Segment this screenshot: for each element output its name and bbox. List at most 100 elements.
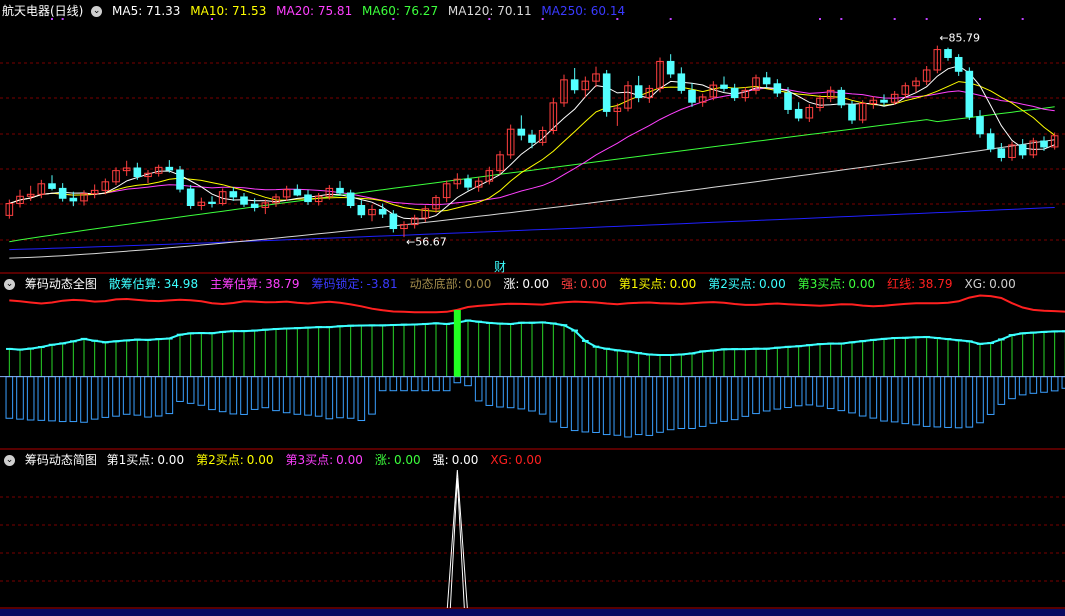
chip-negative-bar	[805, 376, 814, 406]
candle	[880, 99, 888, 103]
chip-negative-bar	[16, 376, 24, 420]
chip-simple-panel[interactable]	[446, 469, 468, 609]
chip-negative-bar	[336, 376, 344, 419]
chip-negative-bar	[378, 376, 387, 392]
chip-negative-bar	[549, 376, 558, 423]
chevron-down-icon[interactable]: ⌄	[4, 455, 15, 466]
red-line	[9, 294, 1065, 314]
candle	[240, 196, 248, 205]
chip-simple-item-4: 强: 0.00	[433, 453, 485, 467]
ma60-legend: MA60: 76.27	[362, 4, 439, 18]
chip-negative-bar	[496, 376, 504, 408]
chip-negative-bar	[112, 376, 120, 417]
chip-negative-bar	[858, 376, 867, 417]
chip-negative-bar	[709, 376, 718, 424]
chip-negative-bar	[186, 376, 195, 404]
candle	[304, 194, 312, 203]
chip-negative-bar	[133, 376, 142, 416]
chip-full-item-10: XG: 0.00	[965, 277, 1022, 291]
chip-full-panel[interactable]	[0, 294, 1065, 438]
chip-negative-bar	[688, 376, 696, 429]
chip-simple-item-label: 强:	[432, 453, 449, 467]
chip-negative-bar	[58, 376, 67, 423]
chip-full-item-4: 涨: 0.00	[503, 277, 555, 291]
chip-full-item-label: 第2买点:	[708, 277, 756, 291]
chip-full-item-label: 筹码锁定:	[311, 277, 364, 291]
chip-negative-bar	[762, 376, 771, 412]
chip-negative-bar	[261, 376, 270, 409]
candle	[176, 169, 184, 190]
candle	[186, 188, 195, 206]
chevron-down-icon[interactable]: ⌄	[4, 279, 15, 290]
chip-full-item-value: 0.00	[464, 277, 492, 291]
candle	[965, 70, 974, 118]
chip-negative-bar	[944, 376, 952, 428]
chevron-down-icon[interactable]: ⌄	[91, 6, 103, 17]
chip-full-title[interactable]: 筹码动态全图	[25, 277, 97, 291]
chip-simple-item-0: 第1买点: 0.00	[107, 453, 190, 467]
chip-negative-bar	[229, 376, 238, 415]
chip-negative-bar	[901, 376, 910, 425]
candle	[1018, 144, 1027, 156]
candle	[250, 203, 259, 208]
chip-negative-bar	[1029, 376, 1038, 394]
chip-simple-item-2: 第3买点: 0.00	[285, 453, 368, 467]
chip-negative-bar	[922, 376, 931, 427]
price-panel[interactable]: ←85.79 ←56.67 财	[5, 18, 1059, 274]
chip-negative-bar	[773, 376, 782, 410]
candle	[528, 134, 536, 143]
candle	[730, 87, 739, 99]
chip-negative-bar	[1050, 376, 1059, 392]
signal-dot	[669, 18, 672, 20]
chip-negative-bar	[165, 376, 174, 415]
time-axis	[0, 609, 1065, 616]
candle	[378, 208, 387, 215]
chip-negative-bar	[410, 376, 419, 392]
chip-negative-bar	[208, 376, 216, 411]
candle	[517, 128, 526, 136]
chip-full-item-3: 动态底部: 0.00	[410, 277, 498, 291]
candle	[666, 60, 675, 75]
price-annotation: ←85.79	[939, 32, 980, 45]
signal-dot	[925, 18, 928, 20]
chip-simple-item-3: 涨: 0.00	[375, 453, 427, 467]
chip-full-item-0: 散筹估算: 34.98	[109, 277, 204, 291]
signal-dot	[1021, 18, 1024, 20]
signal-spike	[446, 469, 468, 609]
chip-full-item-7: 第2买点: 0.00	[708, 277, 791, 291]
chip-negative-bar	[965, 376, 974, 428]
ma60-line	[9, 106, 1055, 243]
chip-negative-bar	[645, 376, 654, 436]
candle	[346, 192, 355, 206]
candle	[293, 189, 302, 196]
candle	[762, 77, 771, 85]
chip-negative-bar	[80, 376, 88, 423]
chip-negative-bar	[250, 376, 259, 410]
chip-simple-item-value: 0.00	[514, 453, 542, 467]
chip-negative-bar	[101, 376, 110, 418]
chip-full-item-6: 第1买点: 0.00	[619, 277, 702, 291]
chip-negative-bar	[154, 376, 163, 417]
candle	[69, 197, 78, 202]
chip-simple-title[interactable]: 筹码动态简图	[25, 453, 97, 467]
candle	[848, 104, 856, 121]
ma10-legend: MA10: 71.53	[190, 4, 267, 18]
chip-negative-bar	[357, 376, 366, 422]
chip-negative-bar	[282, 376, 291, 414]
chip-negative-bar	[890, 376, 899, 423]
chip-full-item-label: 红线:	[887, 277, 916, 291]
chip-full-item-label: 第3买点:	[797, 277, 846, 291]
candle	[837, 89, 846, 106]
candle	[986, 133, 995, 150]
chip-full-item-label: 动态底部:	[409, 277, 462, 291]
chip-negative-bar	[69, 376, 78, 423]
chip-full-item-value: 0.00	[758, 277, 786, 291]
chip-negative-bar	[421, 376, 430, 392]
chip-full-header: ⌄ 筹码动态全图 散筹估算: 34.98 主筹估算: 38.79 筹码锁定: -3.81 动…	[0, 276, 1028, 292]
chip-negative-bar	[48, 376, 56, 422]
chip-full-item-8: 第3买点: 0.00	[798, 277, 881, 291]
chip-full-item-2: 筹码锁定: -3.81	[311, 277, 403, 291]
chip-negative-bar	[624, 376, 632, 438]
stock-title[interactable]: 航天电器(日线)	[2, 4, 83, 18]
chip-negative-bar	[346, 376, 355, 419]
